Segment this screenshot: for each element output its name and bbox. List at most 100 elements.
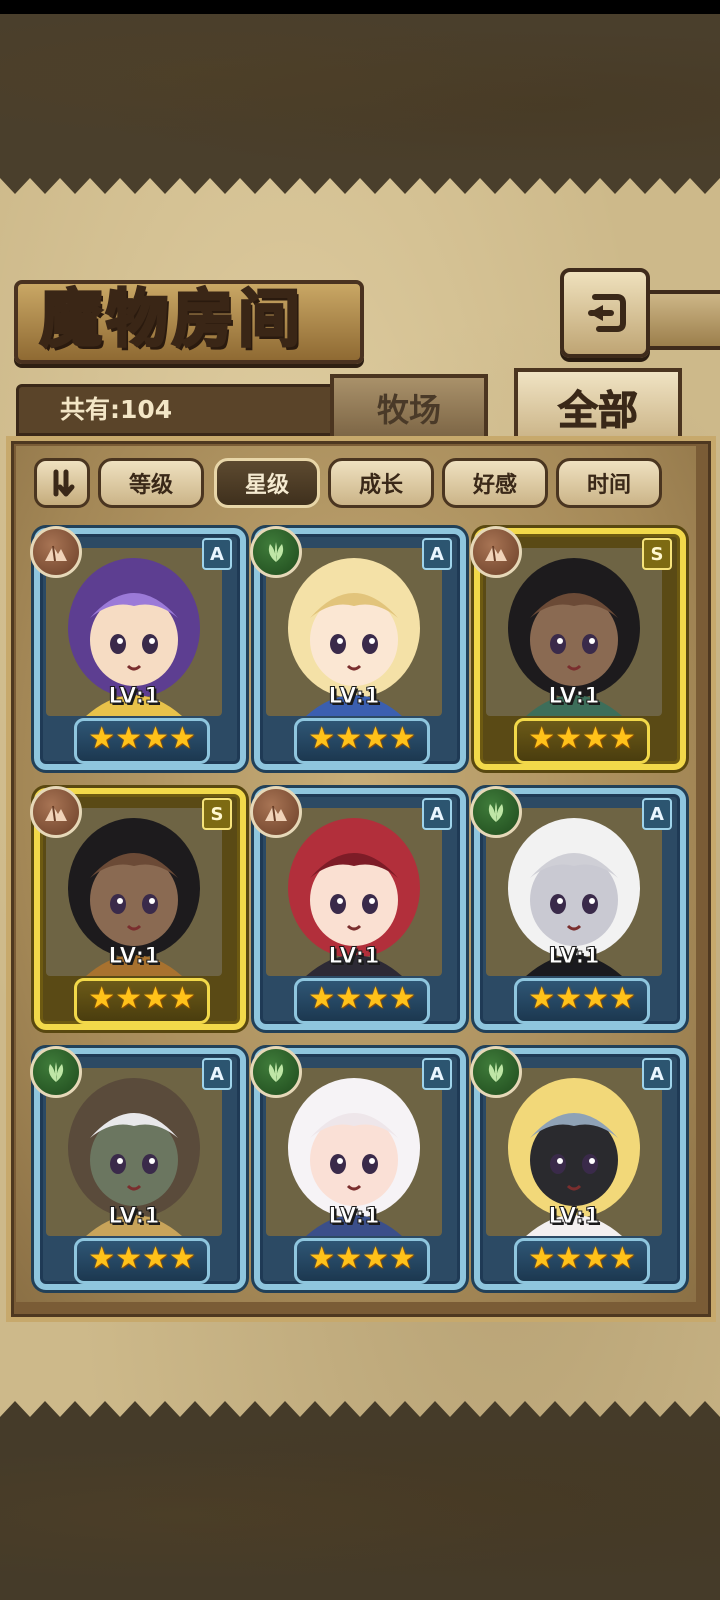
star-icon: ★ bbox=[582, 721, 609, 756]
star-icon: ★ bbox=[115, 721, 142, 756]
star-icon: ★ bbox=[555, 1241, 582, 1276]
level-label: LV:1 bbox=[328, 1204, 380, 1230]
star-icon: ★ bbox=[555, 721, 582, 756]
map-background-top bbox=[0, 14, 720, 164]
mountain-element-icon bbox=[30, 786, 82, 838]
star-icon: ★ bbox=[362, 981, 389, 1016]
page-title: 魔物房间 bbox=[38, 281, 305, 357]
star-rating: ★ ★ ★ ★ bbox=[514, 1238, 650, 1284]
star-icon: ★ bbox=[335, 721, 362, 756]
star-icon: ★ bbox=[528, 981, 556, 1016]
star-icon: ★ bbox=[168, 721, 196, 756]
level-label: LV:1 bbox=[548, 684, 600, 710]
star-icon: ★ bbox=[582, 981, 609, 1016]
monster-card[interactable]: A LV:1 ★ ★ ★ ★ bbox=[250, 526, 466, 770]
rank-badge: A bbox=[422, 538, 452, 570]
torn-edge-top bbox=[0, 160, 720, 194]
level-label: LV:1 bbox=[548, 1204, 600, 1230]
rank-badge: A bbox=[422, 798, 452, 830]
star-icon: ★ bbox=[608, 1241, 636, 1276]
star-icon: ★ bbox=[88, 1241, 116, 1276]
star-icon: ★ bbox=[362, 721, 389, 756]
star-icon: ★ bbox=[362, 1241, 389, 1276]
level-label: LV:1 bbox=[108, 944, 160, 970]
star-icon: ★ bbox=[582, 1241, 609, 1276]
star-icon: ★ bbox=[142, 721, 169, 756]
star-icon: ★ bbox=[528, 1241, 556, 1276]
leaf-element-icon bbox=[250, 1046, 302, 1098]
status-bar bbox=[0, 0, 720, 14]
level-label: LV:1 bbox=[328, 684, 380, 710]
back-button[interactable] bbox=[560, 268, 650, 358]
monster-card[interactable]: A LV:1 ★ ★ ★ ★ bbox=[250, 786, 466, 1030]
tab-all[interactable]: 全部 bbox=[514, 368, 682, 446]
rank-badge: S bbox=[642, 538, 672, 570]
star-icon: ★ bbox=[335, 981, 362, 1016]
star-rating: ★ ★ ★ ★ bbox=[294, 978, 430, 1024]
monster-card[interactable]: S LV:1 ★ ★ ★ ★ bbox=[470, 526, 686, 770]
monster-count: 共有:104 bbox=[60, 395, 173, 424]
star-rating: ★ ★ ★ ★ bbox=[74, 978, 210, 1024]
sort-star-button[interactable]: 星级 bbox=[214, 458, 320, 508]
star-rating: ★ ★ ★ ★ bbox=[294, 718, 430, 764]
star-icon: ★ bbox=[555, 981, 582, 1016]
sort-affection-button[interactable]: 好感 bbox=[442, 458, 548, 508]
star-rating: ★ ★ ★ ★ bbox=[294, 1238, 430, 1284]
star-icon: ★ bbox=[168, 1241, 196, 1276]
rank-badge: A bbox=[202, 538, 232, 570]
torn-edge-bottom bbox=[0, 1401, 720, 1435]
star-rating: ★ ★ ★ ★ bbox=[514, 718, 650, 764]
return-arrow-icon bbox=[588, 294, 626, 332]
leaf-element-icon bbox=[470, 786, 522, 838]
level-label: LV:1 bbox=[108, 1204, 160, 1230]
star-icon: ★ bbox=[308, 981, 336, 1016]
tab-ranch[interactable]: 牧场 bbox=[330, 374, 488, 442]
mountain-element-icon bbox=[30, 526, 82, 578]
monster-card[interactable]: A LV:1 ★ ★ ★ ★ bbox=[30, 1046, 246, 1290]
star-icon: ★ bbox=[388, 981, 416, 1016]
map-background-bottom bbox=[0, 1430, 720, 1600]
rank-badge: A bbox=[642, 1058, 672, 1090]
sort-order-icon[interactable] bbox=[34, 458, 90, 508]
leaf-element-icon bbox=[250, 526, 302, 578]
leaf-element-icon bbox=[30, 1046, 82, 1098]
mountain-element-icon bbox=[470, 526, 522, 578]
rank-badge: A bbox=[422, 1058, 452, 1090]
sort-time-button[interactable]: 时间 bbox=[556, 458, 662, 508]
rank-badge: A bbox=[202, 1058, 232, 1090]
sort-level-button[interactable]: 等级 bbox=[98, 458, 204, 508]
star-icon: ★ bbox=[308, 1241, 336, 1276]
monster-card[interactable]: A LV:1 ★ ★ ★ ★ bbox=[470, 1046, 686, 1290]
level-label: LV:1 bbox=[548, 944, 600, 970]
star-icon: ★ bbox=[528, 721, 556, 756]
star-icon: ★ bbox=[388, 721, 416, 756]
level-label: LV:1 bbox=[328, 944, 380, 970]
star-icon: ★ bbox=[115, 981, 142, 1016]
star-icon: ★ bbox=[88, 721, 116, 756]
monster-card[interactable]: S LV:1 ★ ★ ★ ★ bbox=[30, 786, 246, 1030]
star-icon: ★ bbox=[608, 981, 636, 1016]
star-icon: ★ bbox=[142, 1241, 169, 1276]
rank-badge: A bbox=[642, 798, 672, 830]
star-icon: ★ bbox=[308, 721, 336, 756]
star-icon: ★ bbox=[608, 721, 636, 756]
game-screen: 魔物房间 共有:104 牧场 全部 等级 星级 成长 好感 时间 A LV:1 ★ ★… bbox=[0, 0, 720, 1600]
back-button-rail bbox=[640, 290, 720, 350]
star-icon: ★ bbox=[335, 1241, 362, 1276]
star-icon: ★ bbox=[88, 981, 116, 1016]
star-icon: ★ bbox=[142, 981, 169, 1016]
star-rating: ★ ★ ★ ★ bbox=[74, 1238, 210, 1284]
leaf-element-icon bbox=[470, 1046, 522, 1098]
monster-card[interactable]: A LV:1 ★ ★ ★ ★ bbox=[470, 786, 686, 1030]
star-rating: ★ ★ ★ ★ bbox=[514, 978, 650, 1024]
level-label: LV:1 bbox=[108, 684, 160, 710]
mountain-element-icon bbox=[250, 786, 302, 838]
monster-card[interactable]: A LV:1 ★ ★ ★ ★ bbox=[250, 1046, 466, 1290]
monster-card[interactable]: A LV:1 ★ ★ ★ ★ bbox=[30, 526, 246, 770]
star-icon: ★ bbox=[388, 1241, 416, 1276]
star-icon: ★ bbox=[168, 981, 196, 1016]
sort-order-glyph bbox=[53, 469, 75, 497]
sort-growth-button[interactable]: 成长 bbox=[328, 458, 434, 508]
rank-badge: S bbox=[202, 798, 232, 830]
star-rating: ★ ★ ★ ★ bbox=[74, 718, 210, 764]
